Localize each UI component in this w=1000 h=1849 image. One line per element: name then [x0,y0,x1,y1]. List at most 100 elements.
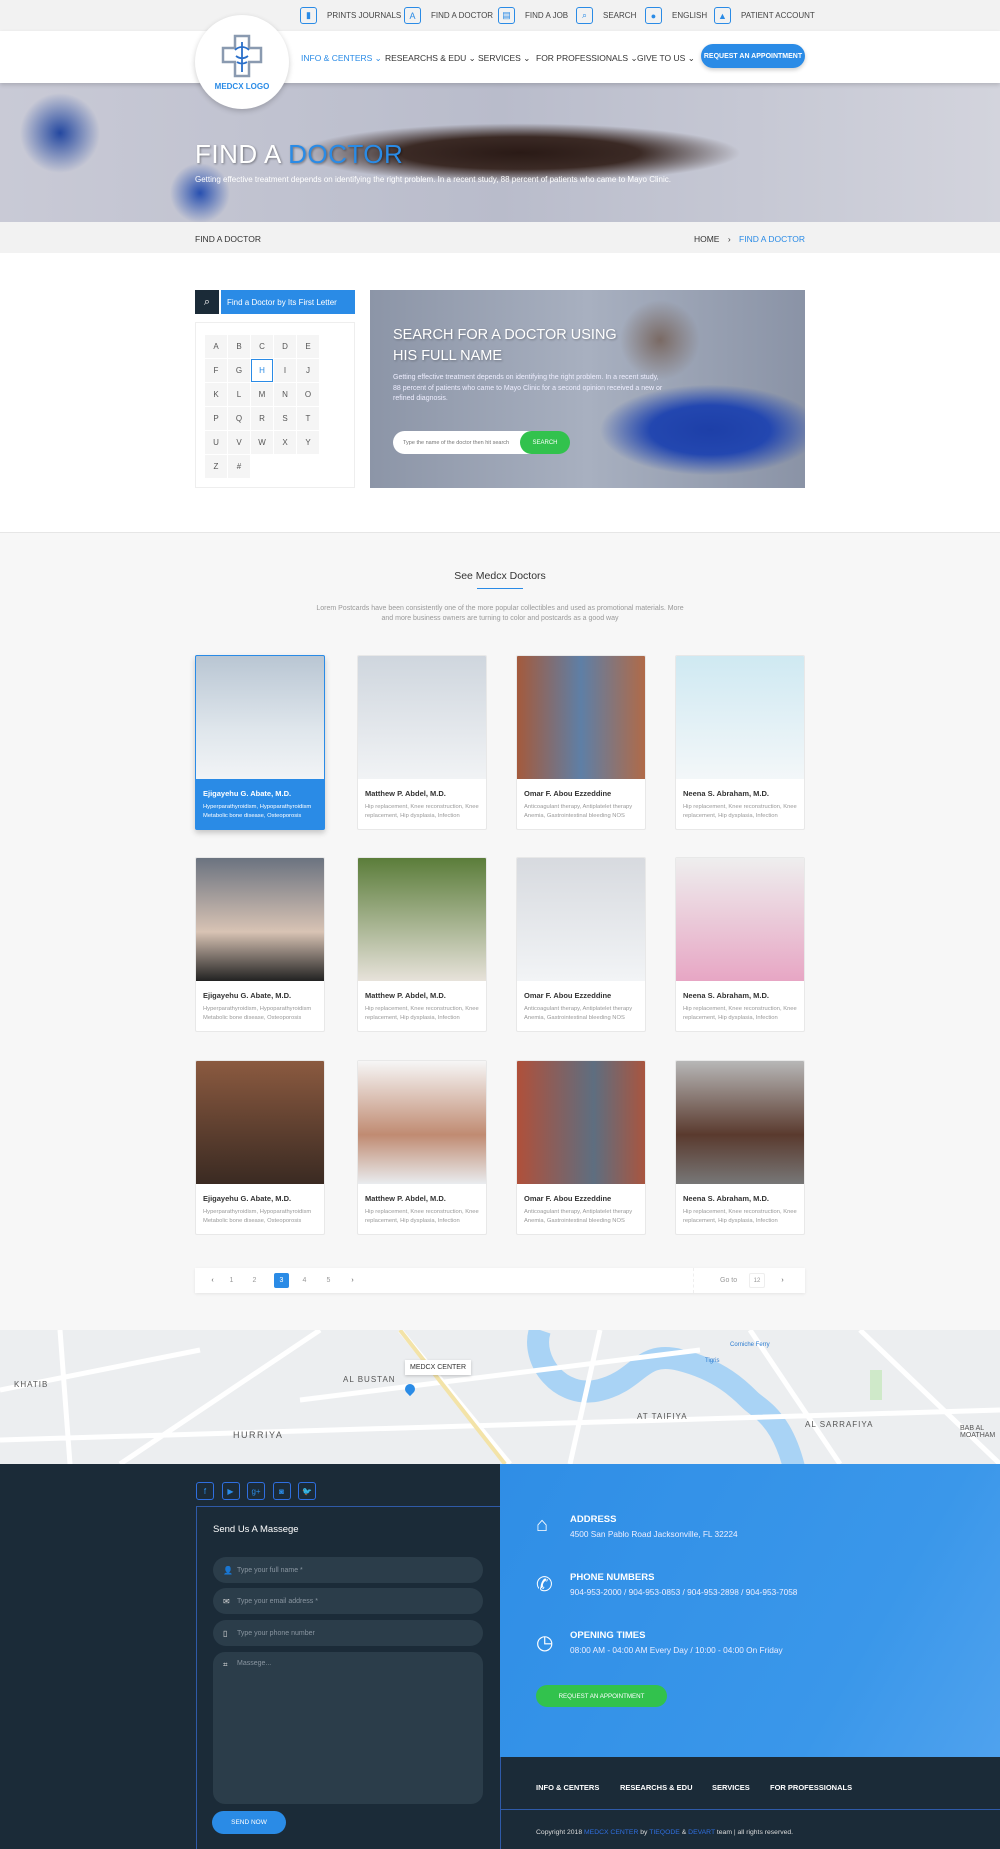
doctor-name: Ejigayehu G. Abate, M.D. [203,991,292,1000]
next-page-button[interactable]: › [345,1273,360,1288]
page-4[interactable]: 4 [297,1273,312,1288]
footer-link-info-centers[interactable]: INFO & CENTERS [536,1783,599,1792]
doctor-card[interactable]: Ejigayehu G. Abate, M.D. Hyperparathyroid… [195,1060,325,1235]
doctor-name: Neena S. Abraham, M.D. [683,1194,769,1203]
letter-x[interactable]: X [274,431,296,454]
letter-d[interactable]: D [274,335,296,358]
doctor-card[interactable]: Omar F. Abou Ezzeddine Anticoagulant ther… [516,857,646,1032]
letter-t[interactable]: T [297,407,319,430]
globe-icon: ● [645,7,662,24]
doctor-photo [196,656,324,779]
send-now-button[interactable]: SEND NOW [212,1811,286,1834]
letter-v[interactable]: V [228,431,250,454]
doctor-card[interactable]: Matthew P. Abdel, M.D. Hip replacement, K… [357,1060,487,1235]
doctor-card[interactable]: Matthew P. Abdel, M.D. Hip replacement, K… [357,655,487,830]
twitter-icon[interactable]: 🐦 [298,1482,316,1500]
letter-a[interactable]: A [205,335,227,358]
footer-request-appointment-button[interactable]: REQUEST AN APPOINTMENT [536,1685,667,1707]
letter-p[interactable]: P [205,407,227,430]
doctor-card[interactable]: Ejigayehu G. Abate, M.D. Hyperparathyroid… [195,857,325,1032]
doctor-card[interactable]: Neena S. Abraham, M.D. Hip replacement, K… [675,655,805,830]
doctor-photo [676,656,804,779]
email-input[interactable]: ✉ Type your email address * [213,1588,483,1614]
devart-link[interactable]: DEVART [688,1829,715,1836]
doctor-specialties: Hyperparathyroidism, Hypoparathyroidism … [203,1006,312,1021]
brand-link[interactable]: MEDCX CENTER [584,1829,638,1836]
letter-y[interactable]: Y [297,431,319,454]
page-5[interactable]: 5 [321,1273,336,1288]
page-2[interactable]: 2 [247,1273,262,1288]
letter-q[interactable]: Q [228,407,250,430]
hero-banner: FIND A DOCTOR Getting effective treatmen… [0,83,1000,222]
letter-c[interactable]: C [251,335,273,358]
message-textarea[interactable]: ⌗ Massege... [213,1652,483,1804]
nav-services[interactable]: SERVICES ⌄ [478,53,530,64]
page-1[interactable]: 1 [224,1273,239,1288]
goto-button[interactable]: › [775,1273,790,1288]
google-plus-icon[interactable]: g+ [247,1482,265,1500]
goto-page-input[interactable]: 12 [749,1273,765,1288]
letter-b[interactable]: B [228,335,250,358]
nav-researchs-edu[interactable]: RESEARCHS & EDU ⌄ [385,53,476,64]
letter-l[interactable]: L [228,383,250,406]
search-button[interactable]: SEARCH [520,431,570,454]
topbar-prints-journals[interactable]: ▮ PRINTS JOURNALS [300,7,401,24]
doctor-photo [358,656,486,779]
letter-f[interactable]: F [205,359,227,382]
doctor-card[interactable]: Ejigayehu G. Abate, M.D. Hyperparathyroid… [195,655,325,830]
book-icon: ▮ [300,7,317,24]
letter-g[interactable]: G [228,359,250,382]
letter-hash[interactable]: # [228,455,250,478]
full-name-input[interactable]: 👤 Type your full name * [213,1557,483,1583]
letter-k[interactable]: K [205,383,227,406]
footer-link-for-professionals[interactable]: FOR PROFESSIONALS [770,1783,852,1792]
page-3[interactable]: 3 [274,1273,289,1288]
letter-z[interactable]: Z [205,455,227,478]
topbar-search[interactable]: ⌕ SEARCH [576,7,636,24]
doctor-card[interactable]: Matthew P. Abdel, M.D. Hip replacement, K… [357,857,487,1032]
footer-link-services[interactable]: SERVICES [712,1783,750,1792]
logo[interactable]: MEDCX LOGO [195,15,289,109]
doctor-card[interactable]: Omar F. Abou Ezzeddine Anticoagulant ther… [516,655,646,830]
topbar-language[interactable]: ● ENGLISH [645,7,707,24]
doctor-card[interactable]: Omar F. Abou Ezzeddine Anticoagulant ther… [516,1060,646,1235]
tieqode-link[interactable]: TIEQODE [649,1829,680,1836]
request-appointment-button[interactable]: REQUEST AN APPOINTMENT [701,44,805,68]
doctor-card[interactable]: Neena S. Abraham, M.D. Hip replacement, K… [675,1060,805,1235]
letter-u[interactable]: U [205,431,227,454]
doctor-specialties: Anticoagulant therapy, Antiplatelet ther… [524,1006,633,1021]
user-icon: 👤 [223,1565,233,1575]
doctor-specialties: Hyperparathyroidism, Hypoparathyroidism … [203,1209,312,1224]
doctor-card[interactable]: Neena S. Abraham, M.D. Hip replacement, K… [675,857,805,1032]
prev-page-button[interactable]: ‹ [205,1273,220,1288]
nav-give-to-us[interactable]: GIVE TO US ⌄ [637,53,695,64]
letter-r[interactable]: R [251,407,273,430]
youtube-icon[interactable]: ▶ [221,1482,240,1500]
doctor-name: Neena S. Abraham, M.D. [683,991,769,1000]
letter-search-header: ⌕ Find a Doctor by Its First Letter [195,290,355,314]
topbar-patient-account[interactable]: ▲ PATIENT ACCOUNT [714,7,815,24]
topbar-find-job[interactable]: ▤ FIND A JOB [498,7,568,24]
letter-e[interactable]: E [297,335,319,358]
nav-for-professionals[interactable]: FOR PROFESSIONALS ⌄ [536,53,638,64]
footer-nav: INFO & CENTERS RESEARCHS & EDU SERVICES … [500,1757,1000,1810]
topbar-find-doctor[interactable]: A FIND A DOCTOR [404,7,493,24]
footer-link-researchs-edu[interactable]: RESEARCHS & EDU [620,1783,693,1792]
letter-i[interactable]: I [274,359,296,382]
letter-w[interactable]: W [251,431,273,454]
nav-info-centers[interactable]: INFO & CENTERS ⌄ [301,53,382,64]
letter-j[interactable]: J [297,359,319,382]
facebook-icon[interactable]: f [196,1482,214,1500]
phone-input[interactable]: ▯ Type your phone number [213,1620,483,1646]
instagram-icon[interactable]: ◙ [272,1482,291,1500]
breadcrumb-home[interactable]: HOME [694,234,720,244]
letter-h[interactable]: H [251,359,273,382]
doctor-name: Matthew P. Abdel, M.D. [365,991,446,1000]
letter-s[interactable]: S [274,407,296,430]
page-title: FIND A DOCTOR [195,139,404,169]
map[interactable]: KHATIB AL BUSTAN HURRIYA AT TAIFIYA AL S… [0,1330,1000,1464]
doctor-specialties: Hyperparathyroidism, Hypoparathyroidism … [203,804,312,819]
letter-o[interactable]: O [297,383,319,406]
letter-n[interactable]: N [274,383,296,406]
letter-m[interactable]: M [251,383,273,406]
